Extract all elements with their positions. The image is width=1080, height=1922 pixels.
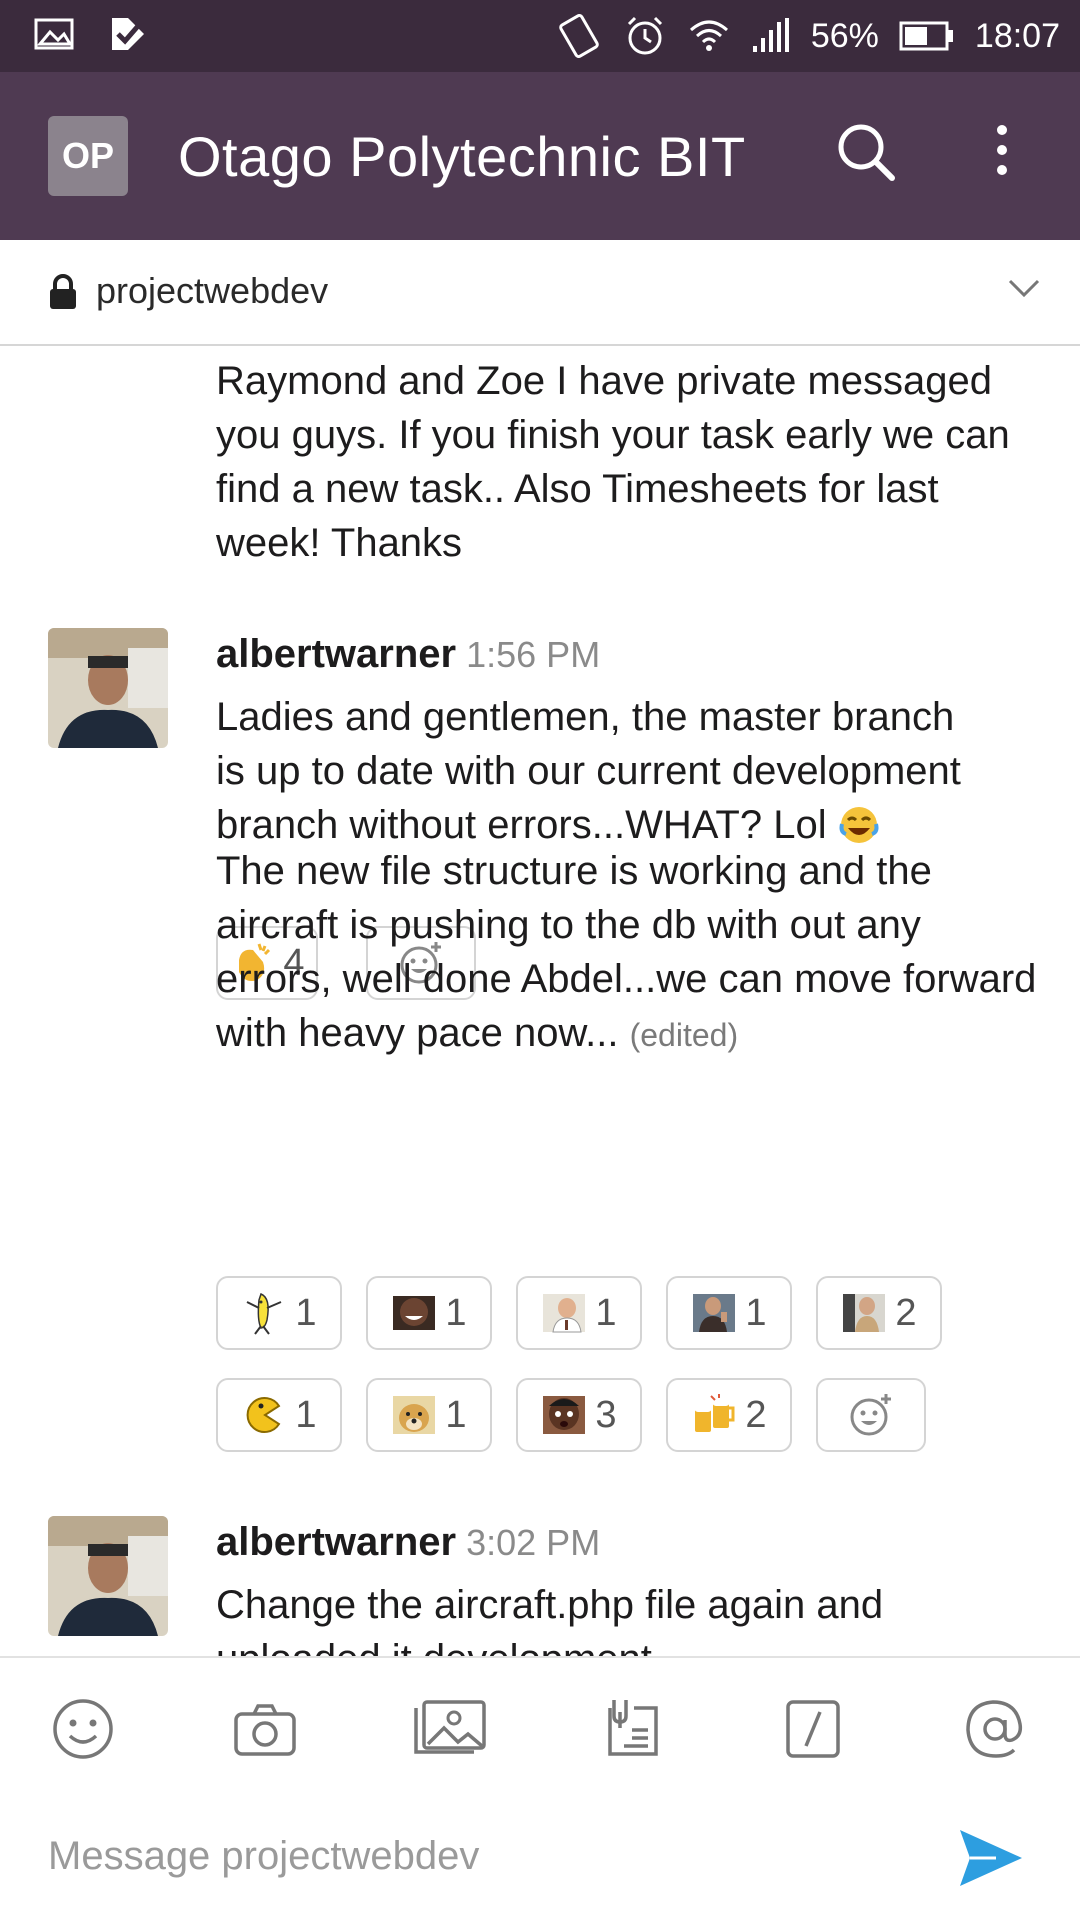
add-reaction-icon	[848, 1392, 894, 1438]
task-check-icon	[108, 14, 148, 54]
send-icon[interactable]	[956, 1826, 1026, 1895]
wifi-icon	[687, 14, 731, 58]
author-name[interactable]: albertwarner	[216, 1520, 456, 1564]
reaction-chip[interactable]: 1	[216, 1378, 342, 1452]
dancing-banana-emoji-icon	[241, 1290, 287, 1336]
pacman-emoji-icon	[241, 1392, 287, 1438]
reaction-chip[interactable]: 1	[666, 1276, 792, 1350]
reaction-chip[interactable]: 2	[666, 1378, 792, 1452]
message-text: Raymond and Zoe I have private messaged …	[216, 359, 1010, 565]
message-text: Change the aircraft.php file again and u…	[216, 1583, 884, 1656]
reaction-count: 2	[745, 1393, 767, 1436]
message-timestamp: 3:02 PM	[466, 1522, 601, 1563]
user-avatar[interactable]	[48, 628, 168, 748]
surprised-kid-emoji-icon	[541, 1392, 587, 1438]
app-bar: OP Otago Polytechnic BIT	[0, 72, 1080, 240]
reaction-count: 1	[595, 1291, 617, 1334]
user-avatar[interactable]	[48, 1516, 168, 1636]
camera-icon[interactable]	[230, 1694, 300, 1764]
reaction-chip[interactable]: 1	[366, 1276, 492, 1350]
channel-name: projectwebdev	[96, 270, 329, 311]
overflow-menu-icon[interactable]	[990, 116, 1014, 193]
reaction-chip[interactable]: 1	[216, 1276, 342, 1350]
office-manager-emoji-icon	[541, 1290, 587, 1336]
add-reaction-button[interactable]	[816, 1378, 926, 1452]
reaction-count: 1	[295, 1393, 317, 1436]
doge-emoji-icon	[391, 1392, 437, 1438]
chevron-down-icon[interactable]	[1008, 278, 1040, 303]
reaction-count: 3	[595, 1393, 617, 1436]
thumbs-up-man-emoji-icon	[691, 1290, 737, 1336]
message-composer: Message projectwebdev	[0, 1656, 1080, 1922]
lock-icon	[48, 274, 78, 315]
rotation-icon	[555, 12, 603, 60]
message-author[interactable]: albertwarner 3:02 PM	[216, 1520, 600, 1565]
edited-label: (edited)	[629, 1017, 739, 1053]
reaction-chip[interactable]: 3	[516, 1378, 642, 1452]
message-body: The new file structure is working and th…	[216, 844, 1046, 1062]
search-icon[interactable]	[834, 120, 898, 189]
slash-command-icon[interactable]	[778, 1694, 848, 1764]
author-name[interactable]: albertwarner	[216, 632, 456, 676]
emoji-icon[interactable]	[48, 1694, 118, 1764]
clock-time: 18:07	[974, 16, 1060, 55]
message-author[interactable]: albertwarner 1:56 PM	[216, 632, 600, 677]
alarm-icon	[623, 14, 667, 58]
team-avatar[interactable]: OP	[48, 116, 128, 196]
message-input[interactable]: Message projectwebdev	[48, 1834, 479, 1879]
reaction-chip[interactable]: 1	[366, 1378, 492, 1452]
battery-icon	[899, 21, 955, 51]
battery-percent: 56%	[810, 16, 879, 55]
channel-header[interactable]: projectwebdev	[0, 240, 1080, 346]
message-body: Ladies and gentlemen, the master branch …	[216, 690, 976, 852]
photo-gallery-icon[interactable]	[412, 1694, 486, 1764]
reaction-count: 1	[445, 1291, 467, 1334]
reaction-chip[interactable]: 2	[816, 1276, 942, 1350]
signal-icon	[751, 16, 791, 56]
team-name[interactable]: Otago Polytechnic BIT	[178, 124, 746, 189]
beer-mugs-emoji-icon	[691, 1392, 737, 1438]
message-timestamp: 1:56 PM	[466, 634, 601, 675]
reaction-chip[interactable]: 1	[516, 1276, 642, 1350]
reaction-count: 2	[895, 1291, 917, 1334]
reaction-count: 1	[745, 1291, 767, 1334]
reaction-count: 1	[295, 1291, 317, 1334]
image-notification-icon	[34, 18, 74, 50]
suited-man-emoji-icon	[841, 1290, 887, 1336]
reaction-count: 1	[445, 1393, 467, 1436]
message-feed[interactable]: Raymond and Zoe I have private messaged …	[0, 346, 1080, 1656]
tears-of-joy-emoji-icon	[838, 803, 880, 847]
file-upload-icon[interactable]	[600, 1694, 670, 1764]
laughing-face-emoji-icon	[391, 1290, 437, 1336]
mention-icon[interactable]	[960, 1694, 1030, 1764]
message-text: The new file structure is working and th…	[216, 849, 1037, 1055]
status-bar: 56% 18:07	[0, 0, 1080, 72]
